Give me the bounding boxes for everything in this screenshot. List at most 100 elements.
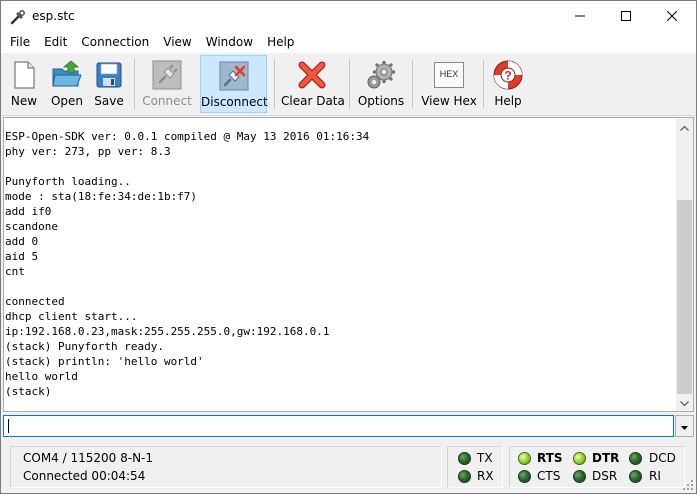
scrollbar-thumb[interactable] [677,200,692,394]
resize-grip-icon[interactable] [682,479,694,491]
chevron-up-icon [680,120,689,134]
view-hex-button[interactable]: HEX View Hex [419,55,479,113]
terminal-line: hello world [5,370,78,383]
terminal-line: (stack) [5,385,52,398]
toolbar-separator [349,59,350,109]
close-button[interactable] [649,1,695,32]
terminal-line: add if0 [5,205,52,218]
clear-data-label: Clear Data [281,94,345,108]
maximize-button[interactable] [603,1,649,32]
terminal-line: (stack) Punyforth ready. [5,340,164,353]
menu-edit[interactable]: Edit [37,32,74,53]
menu-view[interactable]: View [156,32,198,53]
wrench-icon [10,9,26,25]
command-input[interactable] [3,415,674,437]
vertical-scrollbar[interactable] [676,118,693,411]
ri-led-icon [629,470,642,483]
cts-label: CTS [537,469,561,483]
svg-text:?: ? [504,69,511,83]
ri-label: RI [649,469,661,483]
options-label: Options [357,94,405,108]
toolbar-separator [412,59,413,109]
status-bar: COM4 / 115200 8-N-1 Connected 00:04:54 T… [1,441,696,493]
view-hex-label: View Hex [421,94,477,108]
terminal-text: ESP-Open-SDK ver: 0.0.1 compiled @ May 1… [5,129,369,399]
new-label: New [10,94,38,108]
terminal-line: Punyforth loading.. [5,175,131,188]
terminal-line: add 0 [5,235,39,248]
toolbar-separator [134,59,135,109]
maximize-icon [621,10,631,24]
app-window: esp.stc File Edit Connection View Window… [0,0,697,494]
rts-label: RTS [537,451,563,465]
connected-time-text: Connected 00:04:54 [23,469,146,483]
red-x-icon [296,59,328,91]
open-label: Open [50,94,84,108]
menu-file[interactable]: File [3,32,37,53]
minimize-button[interactable] [557,1,603,32]
text-caret [8,419,9,433]
triangle-down-icon [681,419,688,433]
title-bar[interactable]: esp.stc [1,1,696,32]
dcd-led-icon [629,452,642,465]
help-button[interactable]: ? Help [489,55,527,113]
save-button[interactable]: Save [91,55,127,113]
history-dropdown-button[interactable] [675,415,694,437]
save-label: Save [94,94,124,108]
scroll-down-button[interactable] [676,394,693,411]
terminal-line: dhcp client start... [5,310,138,323]
terminal-line: ip:192.168.0.23,mask:255.255.255.0,gw:19… [5,325,330,338]
data-leds-panel: TX RX [447,446,503,488]
cts-led-icon [518,470,531,483]
toolbar: New Open Save Connect Disconnect Clear D… [1,53,696,116]
command-row [3,415,694,437]
close-icon [666,10,678,24]
terminal-line: scandone [5,220,58,233]
terminal-line: aid 5 [5,250,39,263]
toolbar-separator [483,59,484,109]
rts-led-icon[interactable] [518,452,531,465]
options-button[interactable]: Options [355,55,407,113]
terminal-line: (stack) println: 'hello world' [5,355,204,368]
plug-icon [151,59,183,91]
tx-label: TX [477,451,493,465]
minimize-icon [575,10,585,24]
disconnect-label: Disconnect [201,95,268,109]
connect-label: Connect [142,94,192,108]
help-label: Help [494,94,522,108]
menu-connection[interactable]: Connection [74,32,156,53]
new-document-icon [8,59,40,91]
toolbar-separator [274,59,275,109]
disconnect-button[interactable]: Disconnect [200,55,268,113]
terminal-line: mode : sta(18:fe:34:de:1b:f7) [5,190,198,203]
connect-button[interactable]: Connect [141,55,193,113]
window-title: esp.stc [32,9,75,23]
open-button[interactable]: Open [47,55,87,113]
dtr-label: DTR [592,451,620,465]
clear-data-button[interactable]: Clear Data [281,55,345,113]
scroll-up-button[interactable] [676,118,693,135]
lifebuoy-icon: ? [492,59,524,91]
tx-led-icon [458,452,471,465]
terminal-line: cnt [5,265,25,278]
terminal-output[interactable]: ESP-Open-SDK ver: 0.0.1 compiled @ May 1… [3,117,694,412]
dsr-led-icon [573,470,586,483]
terminal-line: phy ver: 273, pp ver: 8.3 [5,145,171,158]
connection-status-panel: COM4 / 115200 8-N-1 Connected 00:04:54 [10,446,442,488]
dcd-label: DCD [649,451,676,465]
dsr-label: DSR [592,469,618,483]
gears-icon [365,59,397,91]
rx-led-icon [458,470,471,483]
menu-window[interactable]: Window [199,32,260,53]
menu-help[interactable]: Help [260,32,301,53]
line-leds-panel: RTS CTS DTR DSR DCD RI [509,446,685,488]
save-disk-icon [93,59,125,91]
chevron-down-icon [680,396,689,410]
dtr-led-icon[interactable] [573,452,586,465]
hex-icon: HEX [433,59,465,91]
new-button[interactable]: New [5,55,43,113]
open-folder-icon [51,59,83,91]
menu-bar: File Edit Connection View Window Help [1,32,696,53]
